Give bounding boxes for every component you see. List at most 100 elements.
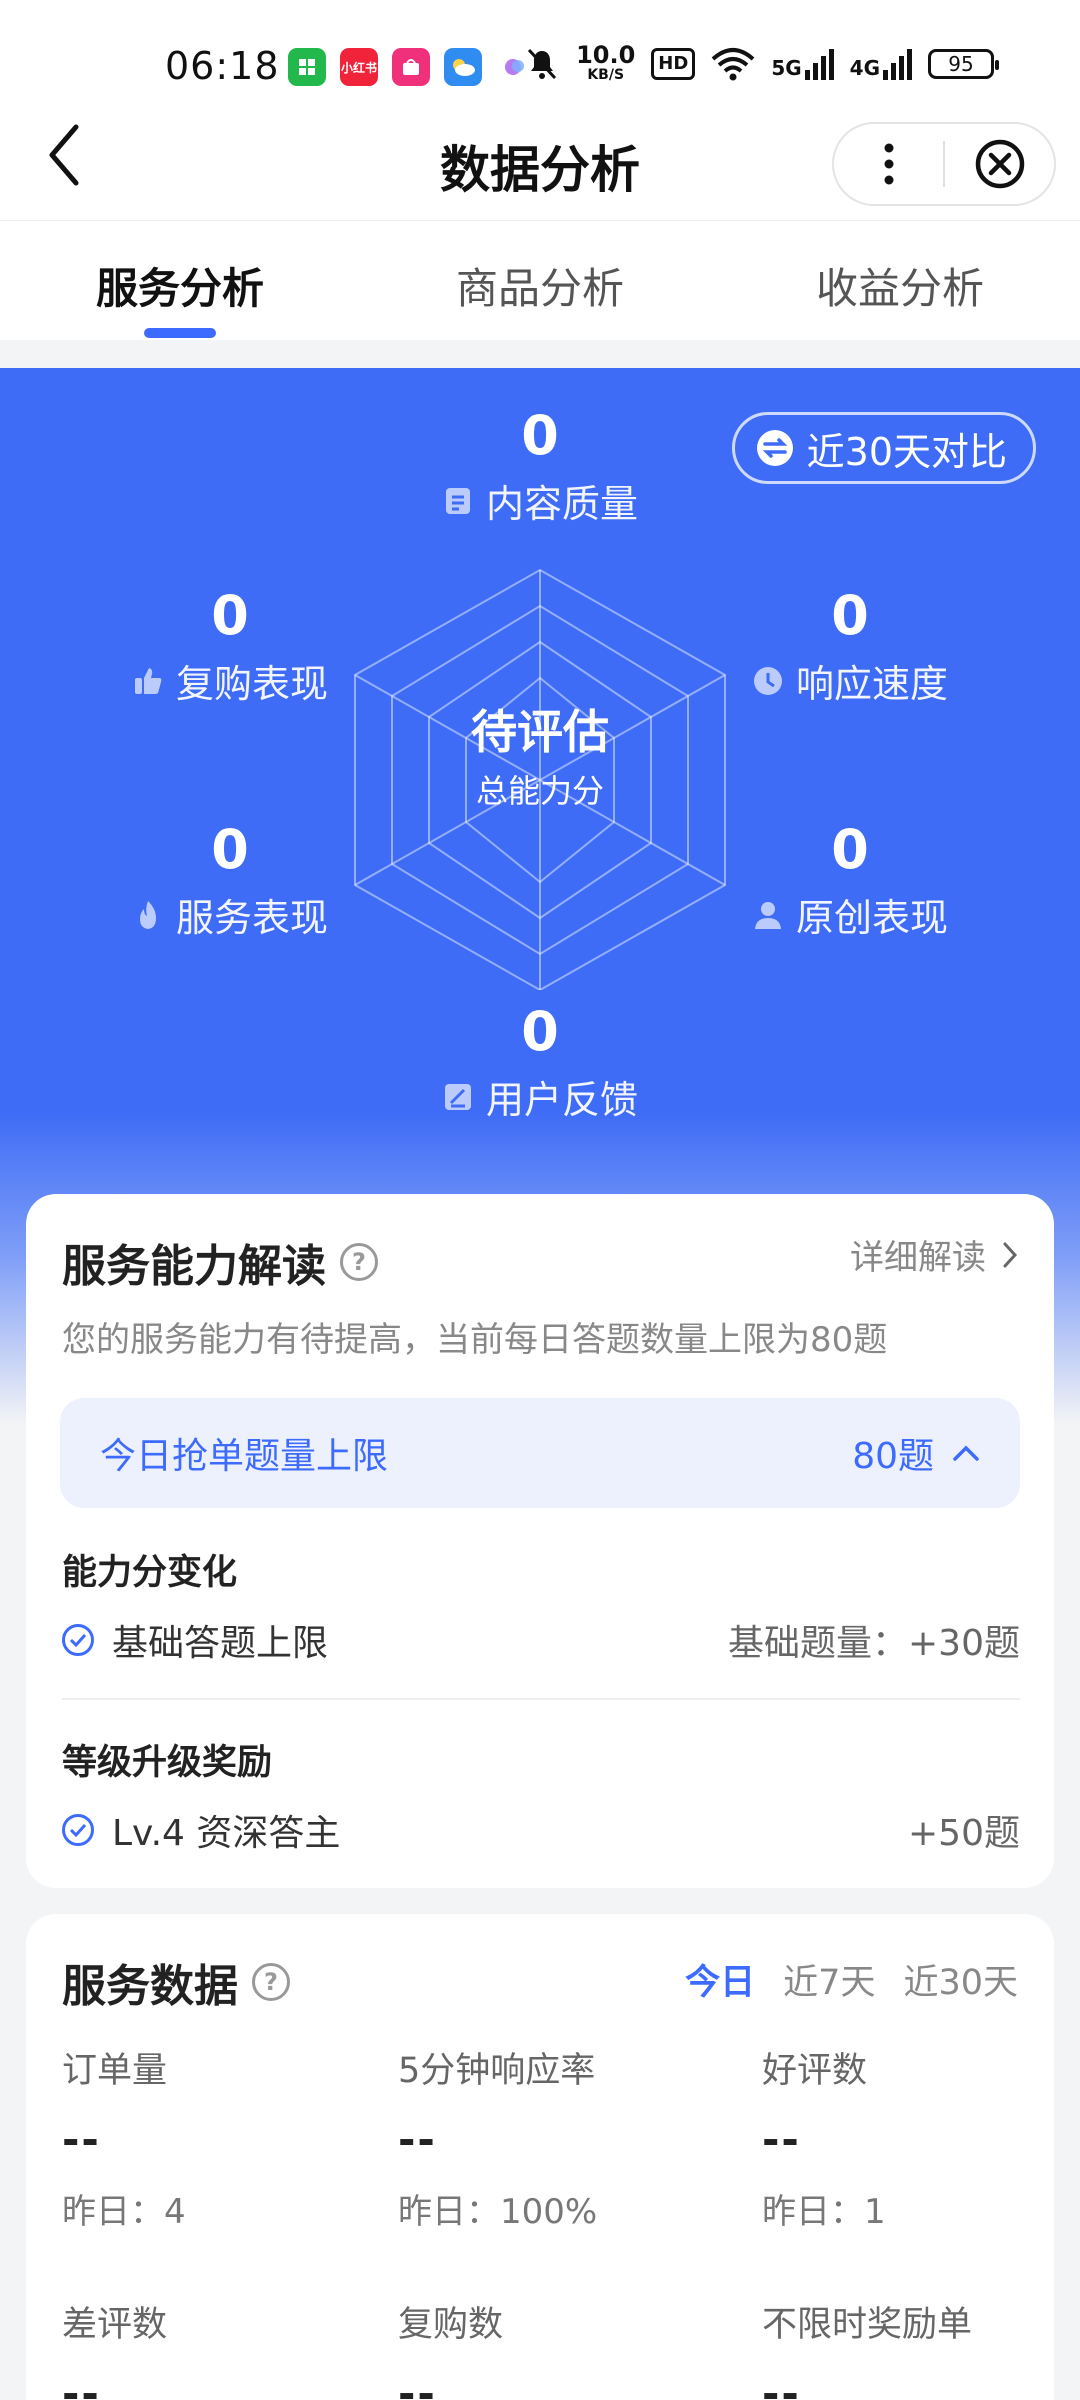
compare-30days-button[interactable]: 近30天对比	[731, 412, 1036, 484]
tab-label: 商品分析	[455, 264, 624, 313]
stat-name: 复购数	[398, 2305, 504, 2345]
tab-label: 服务分析	[95, 264, 264, 313]
stat-unlimited-reward: 不限时奖励单 --	[762, 2296, 972, 2400]
service-data-title-text: 服务数据	[62, 1961, 238, 2012]
stat-yesterday: 昨日：4	[62, 2192, 186, 2232]
metric-label: 复购表现	[175, 662, 328, 706]
metric-value: 0	[521, 404, 559, 467]
ability-card-title: 服务能力解读 ?	[62, 1230, 378, 1294]
ability-change-title: 能力分变化	[62, 1553, 238, 1593]
metric-label: 响应速度	[795, 662, 948, 706]
battery-icon: 95	[928, 49, 999, 79]
signal-4g-label: 4G	[849, 56, 880, 80]
daily-limit-value: 80题	[852, 1436, 934, 1477]
metric-value: 0	[831, 584, 869, 647]
metric-service: 0 服务表现	[80, 818, 380, 942]
metric-feedback: 0 用户反馈	[390, 1000, 690, 1124]
thumbs-up-icon	[134, 667, 162, 694]
status-bar: 06:18 小红书 10.0 KB/S HD 5G 4G 95	[0, 0, 1080, 120]
help-icon[interactable]: ?	[252, 1963, 290, 2001]
daily-limit-toggle[interactable]: 今日抢单题量上限 80题	[60, 1398, 1020, 1508]
stat-name: 5分钟响应率	[398, 2051, 596, 2091]
metric-value: 0	[211, 584, 249, 647]
system-status: 10.0 KB/S HD 5G 4G 95	[524, 43, 999, 84]
more-button[interactable]	[834, 124, 943, 204]
signal-5g-icon: 5G	[771, 48, 834, 80]
hd-badge: HD	[651, 48, 696, 80]
stat-good-reviews: 好评数 -- 昨日：1	[762, 2042, 886, 2233]
row-divider	[62, 1698, 1020, 1700]
ability-interpretation-card: 服务能力解读 ? 详细解读 您的服务能力有待提高，当前每日答题数量上限为80题 …	[26, 1194, 1054, 1888]
stat-orders: 订单量 -- 昨日：4	[62, 2042, 186, 2233]
nav-header: 数据分析	[0, 120, 1080, 220]
mute-bell-icon	[527, 48, 557, 80]
stat-name: 差评数	[62, 2305, 168, 2345]
stat-value: --	[398, 2115, 437, 2164]
metric-value: 0	[521, 1000, 559, 1063]
score-caption: 总能力分	[475, 772, 604, 810]
base-limit-row: 基础答题上限 基础题量：+30题	[62, 1614, 1020, 1666]
stat-name: 好评数	[762, 2051, 868, 2091]
metric-label: 内容质量	[485, 482, 638, 526]
tab-service-analysis[interactable]: 服务分析	[0, 221, 360, 340]
metric-content-quality: 0 内容质量	[390, 404, 690, 528]
wechat-mini-icon	[288, 48, 326, 86]
chevron-right-icon	[1003, 1242, 1018, 1267]
stat-name: 订单量	[62, 2051, 168, 2091]
tab-label: 收益分析	[815, 264, 984, 313]
level-reward-row: Lv.4 资深答主 +50题	[62, 1804, 1020, 1856]
weather-icon	[444, 48, 482, 86]
stat-value: --	[398, 2369, 437, 2400]
close-button[interactable]	[945, 124, 1054, 204]
compare-label: 近30天对比	[806, 429, 1007, 474]
analysis-tabs: 服务分析 商品分析 收益分析	[0, 220, 1080, 340]
help-icon[interactable]: ?	[340, 1243, 378, 1281]
metric-response-speed: 0 响应速度	[700, 584, 1000, 708]
check-circle-icon	[62, 1814, 94, 1846]
stat-yesterday: 昨日：100%	[398, 2192, 598, 2232]
notification-icons: 小红书	[288, 48, 534, 86]
stat-bad-reviews: 差评数 --	[62, 2296, 167, 2400]
metric-label: 用户反馈	[485, 1078, 638, 1122]
close-circle-icon	[975, 139, 1024, 189]
chevron-up-icon	[953, 1445, 979, 1461]
mini-program-capsule	[832, 122, 1056, 206]
user-icon	[754, 901, 781, 929]
detail-interpretation-link[interactable]: 详细解读	[850, 1230, 1018, 1279]
stat-value: --	[62, 2115, 101, 2164]
stat-value: --	[762, 2369, 801, 2400]
signal-4g-icon: 4G	[850, 48, 912, 80]
signal-5g-label: 5G	[771, 56, 802, 80]
status-time: 06:18	[165, 44, 280, 88]
period-30days[interactable]: 近30天	[903, 1954, 1018, 2005]
base-limit-value: 基础题量：+30题	[728, 1623, 1020, 1664]
tab-active-indicator	[144, 328, 216, 338]
level-reward-label: Lv.4 资深答主	[112, 1813, 341, 1854]
stat-yesterday: 昨日：1	[762, 2192, 886, 2232]
stat-repurchase: 复购数 --	[398, 2296, 503, 2400]
period-today[interactable]: 今日	[685, 1954, 755, 2005]
swap-icon	[756, 430, 793, 466]
service-data-card: 服务数据 ? 今日 近7天 近30天 订单量 -- 昨日：4 5分钟响应率 --…	[26, 1914, 1054, 2400]
flame-icon	[139, 900, 156, 929]
ability-description: 您的服务能力有待提高，当前每日答题数量上限为80题	[62, 1320, 888, 1360]
detail-link-label: 详细解读	[850, 1238, 986, 1278]
tab-product-analysis[interactable]: 商品分析	[360, 221, 720, 340]
wifi-icon	[711, 48, 755, 81]
level-reward-value: +50题	[908, 1813, 1020, 1854]
tab-income-analysis[interactable]: 收益分析	[720, 221, 1080, 340]
xiaohongshu-label: 小红书	[340, 60, 377, 75]
stat-value: --	[762, 2115, 801, 2164]
clock-icon	[753, 666, 782, 695]
metric-repurchase: 0 复购表现	[80, 584, 380, 708]
score-status: 待评估	[471, 705, 609, 759]
metric-original: 0 原创表现	[700, 818, 1000, 942]
daily-limit-label: 今日抢单题量上限	[100, 1436, 389, 1477]
edit-note-icon	[444, 1083, 471, 1110]
more-vertical-icon	[884, 143, 893, 185]
period-7days[interactable]: 近7天	[783, 1954, 875, 2005]
shopping-icon	[392, 48, 430, 86]
stat-name: 不限时奖励单	[762, 2305, 973, 2345]
stat-response-rate: 5分钟响应率 -- 昨日：100%	[398, 2042, 597, 2233]
level-reward-title: 等级升级奖励	[62, 1743, 273, 1783]
